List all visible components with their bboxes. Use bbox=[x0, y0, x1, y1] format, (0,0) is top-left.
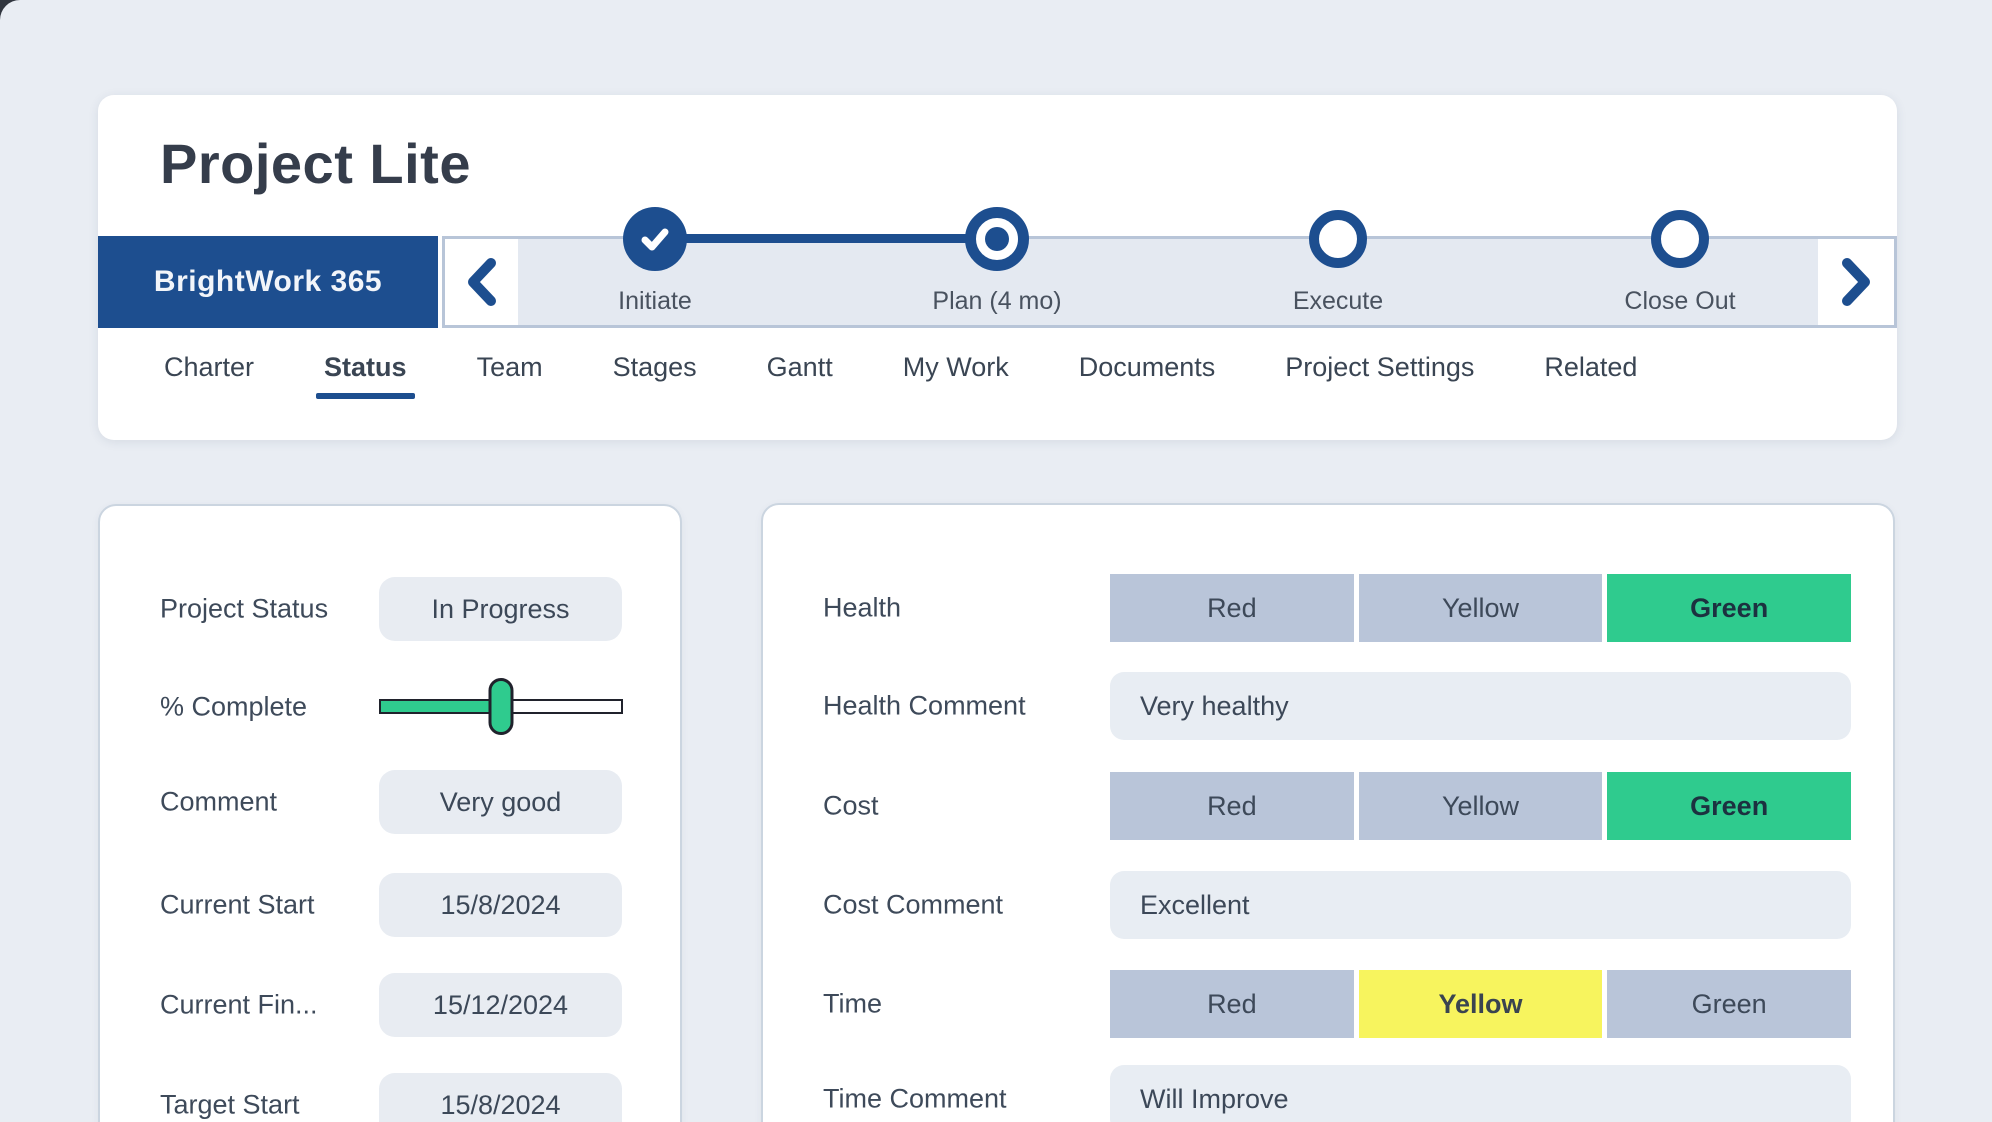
time-option-green[interactable]: Green bbox=[1607, 970, 1852, 1038]
time-comment-value[interactable]: Will Improve bbox=[1110, 1065, 1851, 1122]
check-icon bbox=[641, 228, 669, 251]
tab-gantt[interactable]: Gantt bbox=[761, 351, 839, 399]
percent-complete-slider[interactable] bbox=[379, 675, 623, 739]
chevron-right-icon bbox=[1842, 258, 1870, 306]
health-comment-value[interactable]: Very healthy bbox=[1110, 672, 1851, 740]
brightwork-365-badge: BrightWork 365 bbox=[98, 236, 438, 328]
project-status-value[interactable]: In Progress bbox=[379, 577, 622, 641]
time-comment-row: Time Comment Will Improve bbox=[763, 1065, 1893, 1122]
page-title: Project Lite bbox=[160, 132, 471, 195]
current-start-row: Current Start 15/8/2024 bbox=[100, 873, 680, 937]
cost-option-green[interactable]: Green bbox=[1607, 772, 1852, 840]
next-stage-button[interactable] bbox=[1818, 239, 1894, 325]
comment-row: Comment Very good bbox=[100, 770, 680, 834]
stage-close-out-circle[interactable] bbox=[1651, 210, 1709, 268]
stage-connector-completed bbox=[655, 234, 997, 243]
stage-execute-circle[interactable] bbox=[1309, 210, 1367, 268]
time-option-red[interactable]: Red bbox=[1110, 970, 1354, 1038]
stage-close-out-label: Close Out bbox=[1624, 287, 1736, 315]
time-label: Time bbox=[823, 988, 882, 1019]
tab-project-settings[interactable]: Project Settings bbox=[1279, 351, 1480, 399]
time-choice-group: Red Yellow Green bbox=[1110, 970, 1852, 1038]
target-start-value[interactable]: 15/8/2024 bbox=[379, 1073, 622, 1122]
project-status-label: Project Status bbox=[160, 593, 329, 624]
target-start-row: Target Start 15/8/2024 bbox=[100, 1073, 680, 1122]
percent-complete-row: % Complete bbox=[100, 675, 680, 739]
tab-charter[interactable]: Charter bbox=[158, 351, 260, 399]
stage-initiate-circle[interactable] bbox=[623, 207, 687, 271]
project-status-row: Project Status In Progress bbox=[100, 577, 680, 641]
health-choice-group: Red Yellow Green bbox=[1110, 574, 1852, 642]
time-option-yellow[interactable]: Yellow bbox=[1358, 970, 1603, 1038]
health-option-red[interactable]: Red bbox=[1110, 574, 1354, 642]
tab-bar: Charter Status Team Stages Gantt My Work… bbox=[158, 351, 1643, 399]
stage-progress-bar: Initiate Plan (4 mo) Execute Close Out bbox=[442, 207, 1897, 328]
project-status-card: Project Status In Progress % Complete Co… bbox=[98, 504, 682, 1122]
health-row: Health Red Yellow Green bbox=[763, 574, 1893, 642]
percent-complete-label: % Complete bbox=[160, 691, 308, 722]
health-option-yellow[interactable]: Yellow bbox=[1358, 574, 1603, 642]
health-status-card: Health Red Yellow Green Health Comment V… bbox=[761, 503, 1895, 1122]
current-finish-row: Current Fin... 15/12/2024 bbox=[100, 973, 680, 1037]
current-finish-label: Current Fin... bbox=[160, 989, 318, 1020]
stage-plan-label: Plan (4 mo) bbox=[932, 287, 1062, 315]
brightwork-365-label: BrightWork 365 bbox=[153, 265, 383, 298]
cost-choice-group: Red Yellow Green bbox=[1110, 772, 1852, 840]
time-comment-label: Time Comment bbox=[823, 1083, 1007, 1114]
health-label: Health bbox=[823, 592, 902, 623]
cost-option-yellow[interactable]: Yellow bbox=[1358, 772, 1603, 840]
active-tab-underline bbox=[316, 393, 415, 399]
time-row: Time Red Yellow Green bbox=[763, 970, 1893, 1038]
cost-comment-label: Cost Comment bbox=[823, 889, 1004, 920]
stage-initiate-label: Initiate bbox=[618, 287, 692, 315]
health-option-green[interactable]: Green bbox=[1607, 574, 1852, 642]
slider-fill bbox=[381, 701, 501, 712]
current-finish-value[interactable]: 15/12/2024 bbox=[379, 973, 622, 1037]
tab-documents[interactable]: Documents bbox=[1073, 351, 1222, 399]
header-card: Project Lite BrightWork 365 Initiate Pla… bbox=[98, 95, 1897, 440]
comment-label: Comment bbox=[160, 786, 278, 817]
cost-comment-row: Cost Comment Excellent bbox=[763, 871, 1893, 939]
chevron-left-icon bbox=[467, 258, 496, 306]
health-comment-label: Health Comment bbox=[823, 690, 1026, 721]
stage-plan-circle[interactable] bbox=[965, 207, 1029, 271]
cost-row: Cost Red Yellow Green bbox=[763, 772, 1893, 840]
tab-status-label: Status bbox=[324, 352, 407, 382]
tab-stages[interactable]: Stages bbox=[607, 351, 703, 399]
slider-thumb[interactable] bbox=[488, 678, 514, 735]
tab-status[interactable]: Status bbox=[316, 351, 415, 399]
cost-label: Cost bbox=[823, 790, 879, 821]
cost-option-red[interactable]: Red bbox=[1110, 772, 1354, 840]
current-stage-dot-icon bbox=[985, 227, 1009, 251]
tab-team[interactable]: Team bbox=[471, 351, 549, 399]
tab-my-work[interactable]: My Work bbox=[897, 351, 1015, 399]
comment-value[interactable]: Very good bbox=[379, 770, 622, 834]
tab-related[interactable]: Related bbox=[1538, 351, 1643, 399]
target-start-label: Target Start bbox=[160, 1089, 300, 1120]
health-comment-row: Health Comment Very healthy bbox=[763, 672, 1893, 740]
project-lite-page: Project Lite BrightWork 365 Initiate Pla… bbox=[0, 0, 1992, 1122]
current-start-label: Current Start bbox=[160, 889, 315, 920]
previous-stage-button[interactable] bbox=[445, 239, 518, 325]
current-start-value[interactable]: 15/8/2024 bbox=[379, 873, 622, 937]
stage-execute-label: Execute bbox=[1292, 287, 1384, 315]
cost-comment-value[interactable]: Excellent bbox=[1110, 871, 1851, 939]
